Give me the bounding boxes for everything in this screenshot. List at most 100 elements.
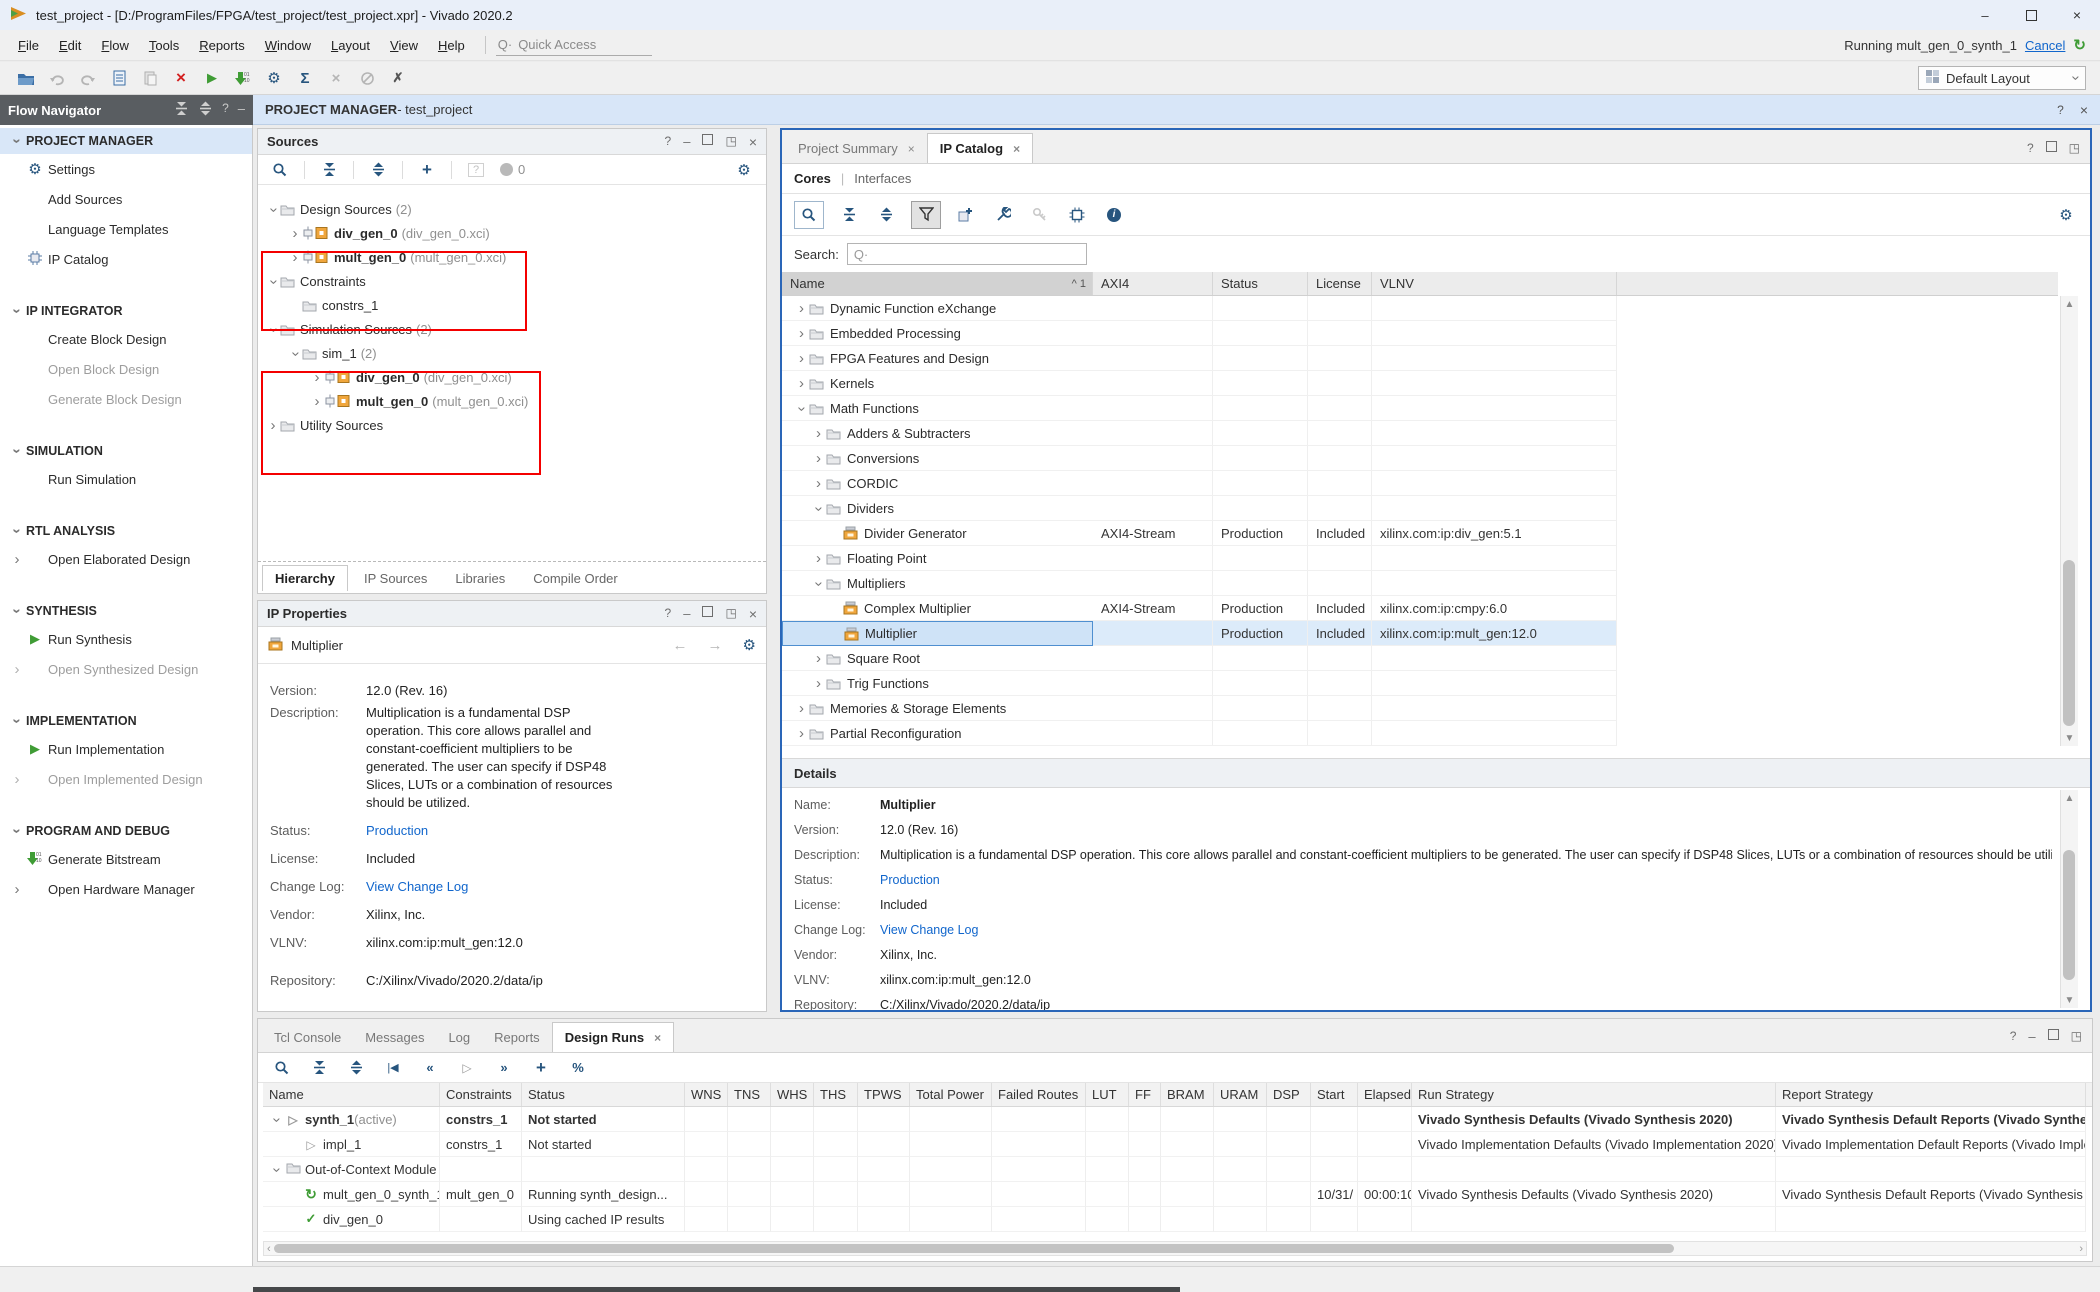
chevron-right-icon[interactable]: ›	[816, 454, 821, 464]
sidebar-item-generate-block-design[interactable]: Generate Block Design	[0, 384, 252, 414]
flow-section-header[interactable]: ›SYNTHESIS	[0, 598, 252, 624]
chevron-right-icon[interactable]: ›	[799, 329, 804, 339]
menu-edit[interactable]: Edit	[49, 34, 91, 57]
percent-icon[interactable]: %	[566, 1057, 590, 1079]
play-outline-icon[interactable]: ▷	[455, 1057, 479, 1079]
ip-catalog-row[interactable]: ›CORDIC	[782, 471, 2058, 496]
chevron-right-icon[interactable]: ›	[271, 421, 276, 431]
go-first-icon[interactable]: |◀	[381, 1057, 405, 1079]
minimize-icon[interactable]: –	[683, 606, 690, 622]
design-run-row[interactable]: ▷impl_1constrs_1Not startedVivado Implem…	[263, 1132, 2092, 1157]
column-header-name[interactable]: Name^ 1	[782, 272, 1093, 295]
menu-window[interactable]: Window	[255, 34, 321, 57]
maximize-icon[interactable]	[702, 606, 713, 622]
column-header-dsp[interactable]: DSP	[1267, 1083, 1311, 1106]
sidebar-item-ip-catalog[interactable]: IP Catalog	[0, 244, 252, 274]
ip-name-cell[interactable]: ›Conversions	[782, 446, 1093, 471]
source-tree-item[interactable]: ›Constraints	[258, 269, 766, 293]
expand-all-icon[interactable]	[366, 159, 390, 181]
ip-catalog-row[interactable]: Divider GeneratorAXI4-StreamProductionIn…	[782, 521, 2058, 546]
search-icon[interactable]	[270, 1057, 294, 1079]
ip-catalog-row[interactable]: ›Floating Point	[782, 546, 2058, 571]
chevron-right-icon[interactable]: ›	[816, 429, 821, 439]
chevron-right-icon[interactable]: ›	[816, 554, 821, 564]
ip-catalog-row[interactable]: ›Kernels	[782, 371, 2058, 396]
column-header-status[interactable]: Status	[1213, 272, 1308, 295]
source-tree-item[interactable]: ›div_gen_0(div_gen_0.xci)	[258, 221, 766, 245]
column-header-report-strategy[interactable]: Report Strategy	[1776, 1083, 2086, 1106]
maximize-icon[interactable]	[2008, 0, 2054, 30]
column-header-uram[interactable]: URAM	[1214, 1083, 1267, 1106]
float-icon[interactable]: ◳	[2071, 1029, 2082, 1044]
tab-log[interactable]: Log	[436, 1023, 482, 1052]
close-icon[interactable]: ×	[908, 142, 915, 156]
chevron-right-icon[interactable]: ›	[799, 704, 804, 714]
help-icon[interactable]: ?	[665, 134, 672, 150]
column-header-tpws[interactable]: TPWS	[858, 1083, 910, 1106]
ip-name-cell[interactable]: ›Dividers	[782, 496, 1093, 521]
ip-name-cell[interactable]: Complex Multiplier	[782, 596, 1093, 621]
column-header-status[interactable]: Status	[522, 1083, 685, 1106]
ip-name-cell[interactable]: ›Floating Point	[782, 546, 1093, 571]
chevron-down-icon[interactable]: ›	[11, 829, 21, 834]
expand-all-icon[interactable]	[874, 204, 898, 226]
search-icon[interactable]	[794, 201, 824, 229]
minimize-icon[interactable]: –	[2028, 1029, 2035, 1044]
source-tree-item[interactable]: ›sim_1(2)	[258, 341, 766, 365]
chevron-right-icon[interactable]: ›	[799, 304, 804, 314]
chevron-down-icon[interactable]: ›	[11, 609, 21, 614]
field-value-link[interactable]: View Change Log	[366, 878, 468, 896]
filter-icon[interactable]	[911, 201, 941, 229]
chevron-down-icon[interactable]: ›	[268, 207, 278, 212]
help-icon[interactable]: ?	[665, 606, 672, 622]
details-vertical-scrollbar[interactable]: ▲ ▼	[2060, 790, 2078, 1008]
ip-catalog-row[interactable]: ›Dynamic Function eXchange	[782, 296, 2058, 321]
sidebar-item-generate-bitstream[interactable]: 0110Generate Bitstream	[0, 844, 252, 874]
ip-name-cell[interactable]: Divider Generator	[782, 521, 1093, 546]
plus-icon[interactable]: +	[415, 159, 439, 181]
close-icon[interactable]: ×	[749, 606, 757, 622]
ip-name-cell[interactable]: ›Math Functions	[782, 396, 1093, 421]
ip-name-cell[interactable]: ›Memories & Storage Elements	[782, 696, 1093, 721]
step-back-icon[interactable]: «	[418, 1057, 442, 1079]
chevron-right-icon[interactable]: ›	[315, 397, 320, 407]
field-value-link[interactable]: Production	[366, 822, 428, 840]
column-header-name[interactable]: Name	[263, 1083, 440, 1106]
chevron-right-icon[interactable]: ›	[799, 729, 804, 739]
scroll-left-icon[interactable]: ‹	[267, 1242, 271, 1255]
ip-properties-header[interactable]: IP Properties ?–◳×	[258, 601, 766, 627]
column-header-wns[interactable]: WNS	[685, 1083, 728, 1106]
scroll-up-icon[interactable]: ▲	[2061, 296, 2078, 312]
sources-panel-header[interactable]: Sources ?–◳×	[258, 129, 766, 155]
delete-icon[interactable]: ×	[169, 67, 193, 89]
clear-icon[interactable]: ✗	[386, 67, 410, 89]
design-run-row[interactable]: ↻mult_gen_0_synth_1mult_gen_0Running syn…	[263, 1182, 2092, 1207]
source-tree-item[interactable]: ›mult_gen_0(mult_gen_0.xci)	[258, 389, 766, 413]
chevron-right-icon[interactable]: ›	[15, 665, 20, 675]
chevron-down-icon[interactable]: ›	[11, 139, 21, 144]
ip-name-cell[interactable]: ›Partial Reconfiguration	[782, 721, 1093, 746]
expand-all-icon[interactable]	[344, 1057, 368, 1079]
sidebar-item-open-elaborated-design[interactable]: ›Open Elaborated Design	[0, 544, 252, 574]
chevron-right-icon[interactable]: ›	[15, 885, 20, 895]
chevron-down-icon[interactable]: ›	[268, 327, 278, 332]
field-value-link[interactable]: Production	[880, 873, 940, 887]
design-run-row[interactable]: ›▷synth_1 (active)constrs_1Not startedVi…	[263, 1107, 2092, 1132]
tab-interfaces[interactable]: Interfaces	[854, 171, 911, 186]
minimize-icon[interactable]: –	[238, 101, 245, 119]
chevron-right-icon[interactable]: ›	[315, 373, 320, 383]
info-icon[interactable]: i	[1102, 204, 1126, 226]
tab-cores[interactable]: Cores	[794, 171, 831, 186]
chevron-down-icon[interactable]: ›	[814, 581, 824, 586]
scrollbar-thumb[interactable]	[2063, 560, 2075, 726]
column-header-elapsed[interactable]: Elapsed	[1358, 1083, 1412, 1106]
menu-file[interactable]: File	[8, 34, 49, 57]
chevron-down-icon[interactable]: ›	[268, 279, 278, 284]
ip-catalog-row[interactable]: Complex MultiplierAXI4-StreamProductionI…	[782, 596, 2058, 621]
menu-flow[interactable]: Flow	[91, 34, 138, 57]
flow-section-header[interactable]: ›RTL ANALYSIS	[0, 518, 252, 544]
column-header-failed-routes[interactable]: Failed Routes	[992, 1083, 1086, 1106]
ip-name-cell[interactable]: ›Trig Functions	[782, 671, 1093, 696]
menu-reports[interactable]: Reports	[189, 34, 255, 57]
search-input[interactable]: Q·	[847, 243, 1087, 265]
